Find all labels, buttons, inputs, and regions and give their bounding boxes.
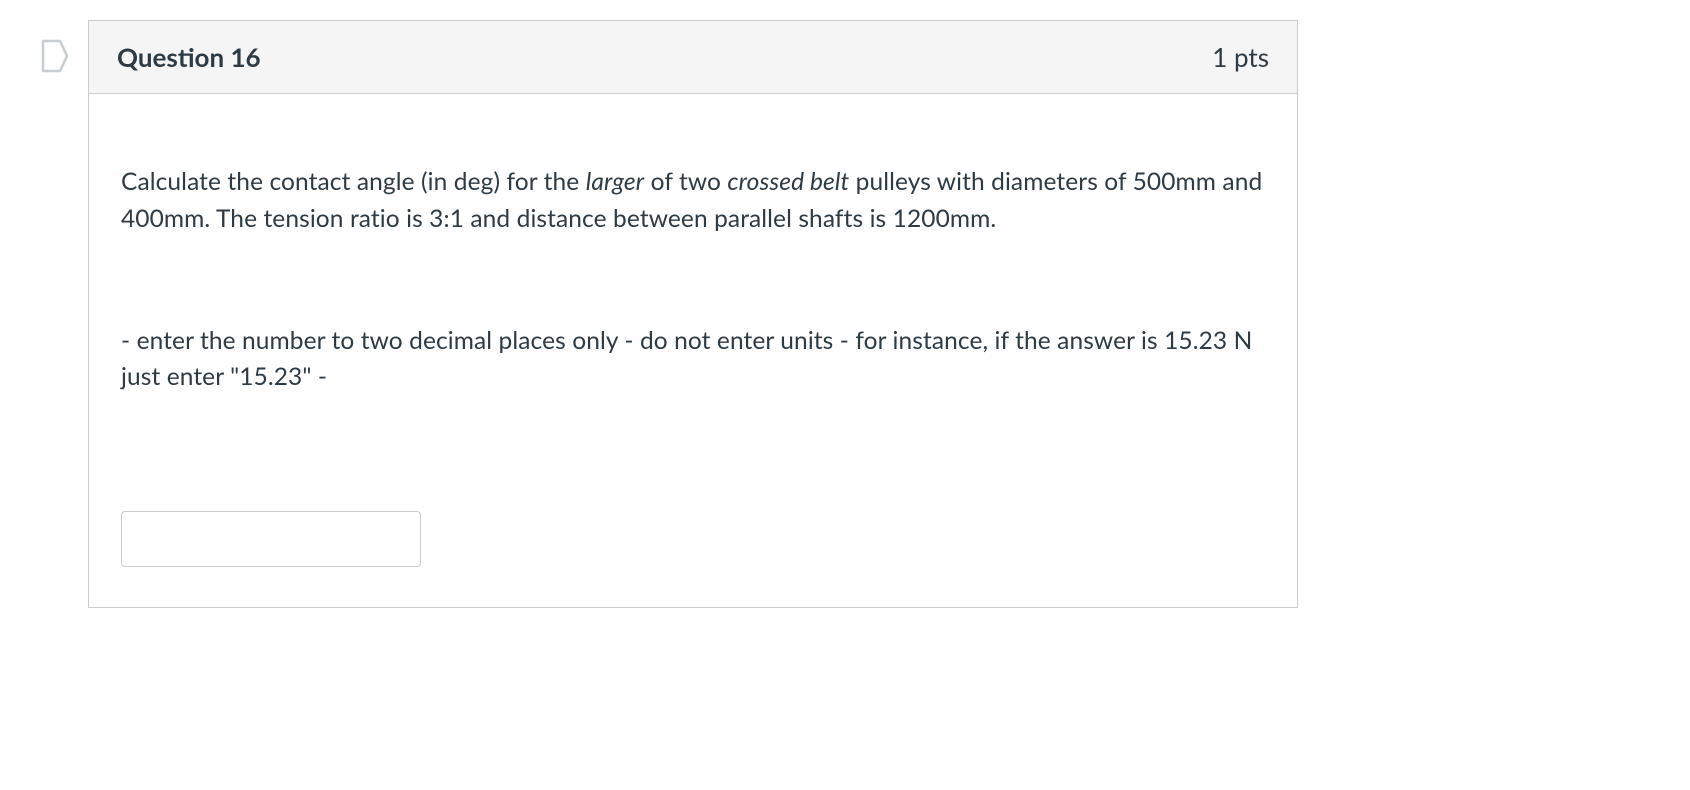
question-points: 1 pts: [1212, 41, 1269, 73]
question-header: Question 16 1 pts: [89, 21, 1297, 94]
text-segment: Calculate the contact angle (in deg) for…: [121, 167, 586, 196]
question-container: Question 16 1 pts Calculate the contact …: [40, 20, 1650, 608]
question-text-2: - enter the number to two decimal places…: [121, 323, 1265, 397]
italic-text: larger: [586, 167, 645, 196]
italic-text: crossed belt: [727, 167, 849, 196]
question-card: Question 16 1 pts Calculate the contact …: [88, 20, 1298, 608]
text-segment: of two: [644, 167, 727, 196]
question-body: Calculate the contact angle (in deg) for…: [89, 94, 1297, 607]
answer-input[interactable]: [121, 511, 421, 567]
bookmark-icon: [40, 38, 70, 78]
question-text-1: Calculate the contact angle (in deg) for…: [121, 164, 1265, 238]
question-title: Question 16: [117, 41, 261, 73]
